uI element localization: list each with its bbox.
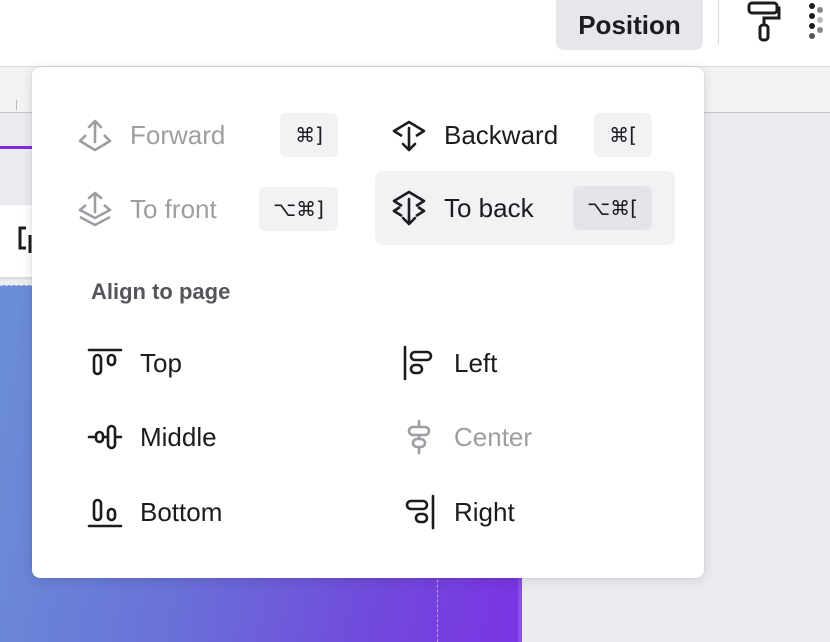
send-to-back-icon (392, 190, 426, 226)
send-backward-icon (392, 120, 426, 152)
position-button[interactable]: Position (556, 0, 703, 50)
shortcut-badge: ⌥⌘] (259, 187, 338, 231)
menu-item-label: Bottom (140, 496, 223, 527)
menu-item-align-top[interactable]: Top (86, 335, 346, 391)
align-bottom-icon (87, 498, 123, 528)
menu-item-align-bottom[interactable]: Bottom (86, 484, 346, 540)
menu-item-label: Right (454, 496, 515, 527)
menu-item-label: Backward (444, 119, 559, 150)
shortcut-badge: ⌘] (280, 113, 338, 157)
menu-item-align-left[interactable]: Left (400, 335, 660, 391)
menu-item-to-front[interactable]: To front ⌥⌘] (76, 181, 346, 237)
align-top-icon (87, 348, 123, 376)
menu-item-label: To back (444, 192, 534, 223)
bring-to-front-icon (78, 191, 112, 227)
transparency-icon[interactable] (806, 0, 830, 44)
position-menu: Forward ⌘] Backward ⌘[ To front ⌥⌘] To b… (32, 67, 704, 578)
menu-item-to-back[interactable]: To back ⌥⌘[ (375, 171, 675, 245)
align-middle-icon (87, 424, 123, 450)
menu-item-align-right[interactable]: Right (400, 484, 660, 540)
toolbar-divider (718, 0, 719, 44)
paint-roller-icon[interactable] (746, 0, 782, 44)
top-toolbar: Position (0, 0, 830, 67)
menu-item-label: Middle (140, 421, 217, 452)
menu-item-label: Center (454, 421, 533, 452)
bring-forward-icon (78, 119, 112, 152)
menu-item-label: Left (454, 347, 498, 378)
menu-item-align-middle[interactable]: Middle (86, 409, 346, 465)
menu-item-label: Top (140, 347, 182, 378)
align-section-title: Align to page (91, 279, 231, 304)
menu-item-forward[interactable]: Forward ⌘] (76, 107, 346, 163)
shortcut-badge: ⌘[ (594, 113, 652, 157)
ruler-tick (16, 100, 17, 110)
align-right-icon (405, 494, 435, 530)
menu-item-backward[interactable]: Backward ⌘[ (390, 107, 660, 163)
shortcut-badge: ⌥⌘[ (573, 186, 652, 230)
menu-item-label: To front (130, 193, 217, 224)
menu-item-label: Forward (130, 119, 226, 150)
align-left-icon (403, 345, 433, 381)
menu-item-align-center[interactable]: Center (400, 409, 660, 465)
align-center-icon (407, 419, 431, 455)
